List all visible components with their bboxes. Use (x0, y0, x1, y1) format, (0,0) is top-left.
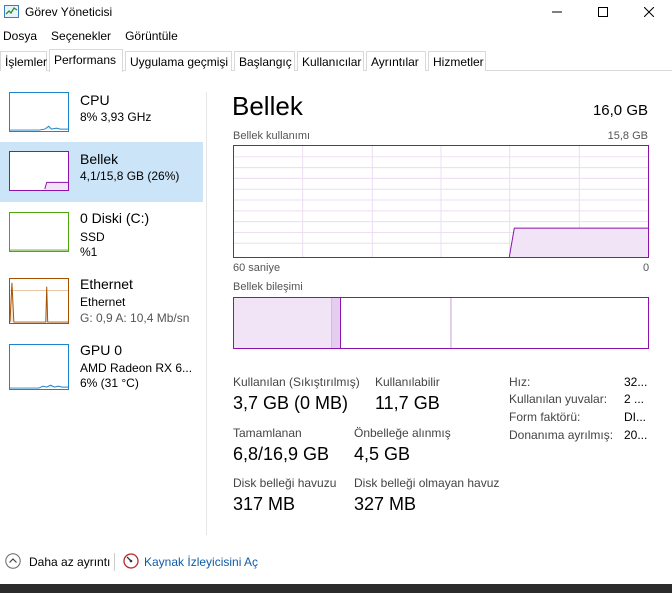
chevron-up-circle-icon[interactable] (5, 553, 21, 569)
minimize-button[interactable] (534, 0, 580, 24)
composition-in-use (234, 298, 332, 348)
available-value: 11,7 GB (375, 393, 440, 413)
resource-detail-2: %1 (80, 245, 98, 259)
available-label: Kullanılabilir (375, 375, 440, 389)
resource-detail-2: G: 0,9 A: 10,4 Mb/sn (80, 311, 190, 325)
tab-users[interactable]: Kullanıcılar (297, 51, 364, 71)
resource-detail: SSD (80, 230, 105, 244)
slots-label: Kullanılan yuvalar: (509, 392, 608, 406)
resource-detail: AMD Radeon RX 6... (80, 361, 193, 375)
gpu-thumbnail-graph (9, 344, 69, 390)
title-bar: Görev Yöneticisi (0, 0, 672, 24)
maximize-button[interactable] (580, 0, 626, 24)
close-icon (644, 7, 654, 17)
minimize-icon (552, 11, 562, 13)
close-button[interactable] (626, 0, 672, 24)
menu-file[interactable]: Dosya (0, 26, 40, 46)
memory-thumbnail-graph (9, 151, 69, 191)
memory-total: 16,0 GB (592, 102, 648, 119)
nonpaged-pool-label: Disk belleği olmayan havuz (354, 476, 500, 490)
fewer-details-button[interactable]: Daha az ayrıntı (29, 555, 110, 569)
paged-pool-label: Disk belleği havuzu (233, 476, 337, 490)
resource-name: CPU (80, 92, 110, 108)
resource-name: GPU 0 (80, 342, 123, 358)
usage-area (509, 228, 648, 257)
resource-item-disk[interactable]: 0 Diski (C:) SSD %1 (0, 204, 203, 264)
tab-app-history[interactable]: Uygulama geçmişi (125, 51, 232, 71)
form-factor-value: DI... (624, 410, 647, 424)
cached-value: 4,5 GB (354, 444, 411, 464)
resource-name: 0 Diski (C:) (80, 210, 150, 226)
footer: Daha az ayrıntı Kaynak İzleyicisini Aç (0, 547, 672, 577)
committed-value: 6,8/16,9 GB (233, 444, 330, 464)
resource-name: Ethernet (80, 276, 133, 292)
memory-usage-graph (233, 145, 649, 258)
resource-item-memory[interactable]: Bellek 4,1/15,8 GB (26%) (0, 142, 203, 202)
window-title: Görev Yöneticisi (25, 5, 113, 19)
menu-options[interactable]: Seçenekler (48, 26, 114, 46)
form-factor-label: Form faktörü: (509, 410, 581, 424)
hardware-reserved-label: Donanıma ayrılmış: (509, 428, 614, 442)
resource-monitor-icon[interactable] (123, 553, 139, 569)
speed-label: Hız: (509, 375, 531, 389)
nonpaged-pool-value: 327 MB (354, 494, 417, 514)
menu-bar: Dosya Seçenekler Görüntüle (0, 26, 189, 46)
tab-startup[interactable]: Başlangıç (234, 51, 295, 71)
resource-detail: Ethernet (80, 295, 126, 309)
graph-axis-right: 0 (643, 262, 650, 274)
resource-detail-2: 6% (31 °C) (80, 376, 139, 390)
resource-item-cpu[interactable]: CPU 8% 3,93 GHz (0, 84, 203, 144)
resource-item-gpu[interactable]: GPU 0 AMD Radeon RX 6... 6% (31 °C) (0, 336, 203, 396)
cached-label: Önbelleğe alınmış (354, 426, 451, 440)
ethernet-thumbnail-graph (9, 278, 69, 324)
panel-divider (206, 92, 207, 535)
tab-processes[interactable]: İşlemler (0, 51, 47, 71)
resource-name: Bellek (80, 151, 119, 167)
cpu-thumbnail-graph (9, 92, 69, 132)
footer-divider (114, 553, 115, 571)
speed-value: 32... (624, 375, 648, 389)
memory-composition-bar (233, 297, 649, 349)
in-use-label: Kullanılan (Sıkıştırılmış) (233, 375, 360, 389)
resource-list: CPU 8% 3,93 GHz Bellek 4,1/15,8 GB (26%)… (0, 84, 205, 540)
resource-detail: 4,1/15,8 GB (26%) (80, 169, 180, 183)
graph-axis-left: 60 saniye (233, 262, 281, 274)
usage-graph-max: 15,8 GB (607, 130, 648, 142)
tab-services[interactable]: Hizmetler (428, 51, 486, 71)
slots-value: 2 ... (624, 392, 645, 406)
task-manager-icon (4, 5, 19, 18)
usage-graph-label: Bellek kullanımı (233, 130, 311, 142)
resource-detail: 8% 3,93 GHz (80, 110, 152, 124)
hardware-reserved-value: 20... (624, 428, 648, 442)
composition-label: Bellek bileşimi (233, 281, 303, 293)
disk-thumbnail-graph (9, 212, 69, 252)
maximize-icon (598, 7, 608, 17)
paged-pool-value: 317 MB (233, 494, 296, 514)
page-title: Bellek (232, 91, 303, 121)
resource-item-ethernet[interactable]: Ethernet Ethernet G: 0,9 A: 10,4 Mb/sn (0, 270, 203, 330)
tab-details[interactable]: Ayrıntılar (366, 51, 426, 71)
committed-label: Tamamlanan (233, 426, 302, 440)
taskbar-strip (0, 584, 672, 593)
tab-bar: İşlemler Performans Uygulama geçmişi Baş… (0, 49, 672, 72)
open-resource-monitor-link[interactable]: Kaynak İzleyicisini Aç (144, 555, 258, 569)
composition-modified (331, 298, 341, 348)
tab-performance[interactable]: Performans (49, 49, 123, 72)
menu-view[interactable]: Görüntüle (122, 26, 181, 46)
in-use-value: 3,7 GB (0 MB) (233, 393, 349, 413)
